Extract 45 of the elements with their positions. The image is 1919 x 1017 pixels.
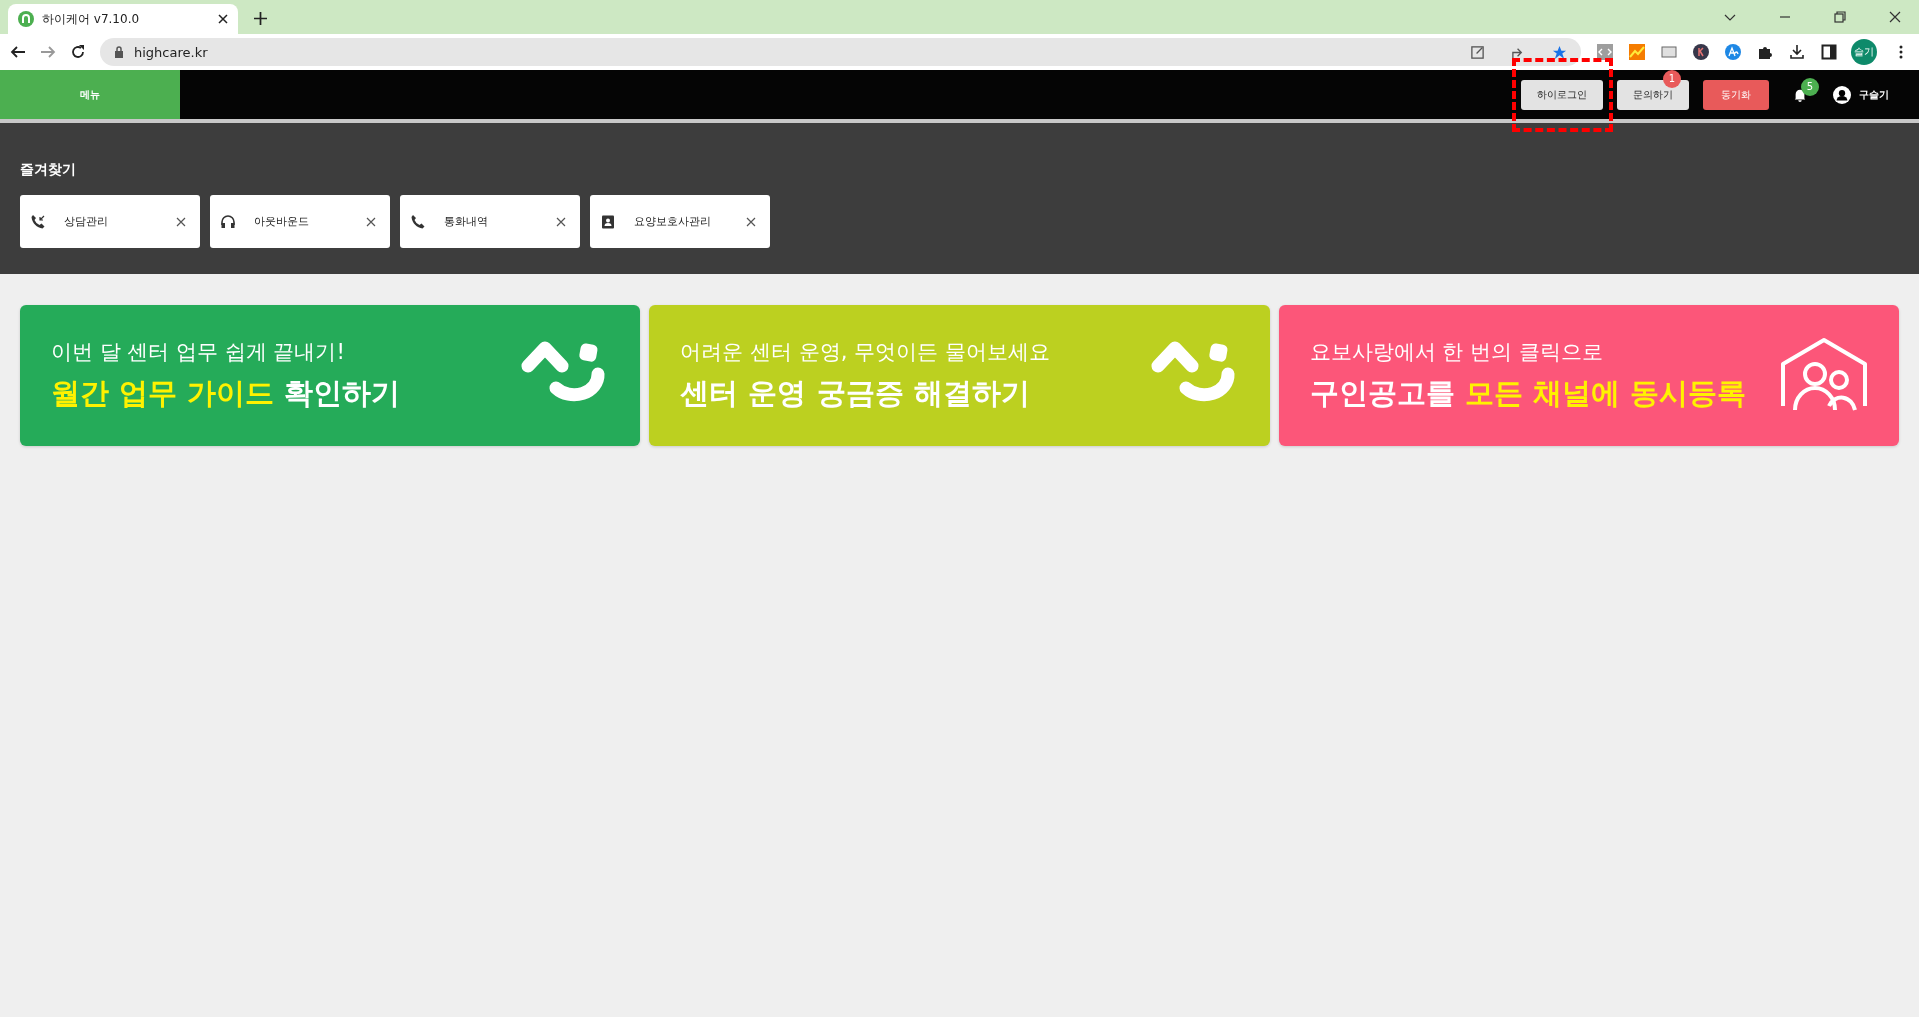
banner-subtitle: 어려운 센터 운영, 무엇이든 물어보세요	[680, 338, 1051, 366]
address-bar[interactable]: highcare.kr	[100, 38, 1581, 66]
id-badge-icon	[600, 213, 616, 230]
banner-subtitle: 이번 달 센터 업무 쉽게 끝내기!	[51, 338, 346, 366]
letter-k-extension-icon[interactable]	[1693, 44, 1709, 60]
restore-icon[interactable]	[1834, 11, 1846, 23]
back-arrow-icon[interactable]	[10, 44, 26, 60]
side-panel-icon[interactable]	[1821, 44, 1837, 60]
reload-icon[interactable]	[70, 44, 86, 60]
favorite-chip[interactable]: 통화내역	[400, 195, 580, 248]
favorite-chip[interactable]: 상담관리	[20, 195, 200, 248]
tab-title: 하이케어 v7.10.0	[42, 10, 141, 28]
lock-icon	[114, 46, 124, 58]
favorite-chip[interactable]: 아웃바운드	[210, 195, 390, 248]
close-icon[interactable]	[176, 216, 186, 227]
open-external-icon[interactable]	[1470, 44, 1485, 60]
banner-subtitle: 요보사랑에서 한 번의 클릭으로	[1309, 338, 1604, 366]
phone-icon	[410, 213, 426, 230]
close-icon[interactable]	[746, 216, 756, 227]
close-icon[interactable]	[556, 216, 566, 227]
site-logo-icon	[18, 11, 34, 27]
user-name[interactable]: 구슬기	[1859, 87, 1889, 102]
browser-tab[interactable]: 하이케어 v7.10.0	[8, 4, 238, 34]
forward-arrow-icon[interactable]	[40, 44, 56, 60]
close-icon[interactable]	[1889, 11, 1901, 23]
header-button[interactable]: 하이로그인	[1521, 79, 1603, 110]
headset-icon	[220, 213, 236, 230]
translate-extension-icon[interactable]	[1725, 44, 1741, 60]
close-icon[interactable]	[366, 216, 376, 227]
favorite-chip[interactable]: 요양보호사관리	[590, 195, 770, 248]
banner-title: 월간 업무 가이드 확인하기	[51, 374, 402, 412]
phone-arrow-icon	[30, 213, 46, 230]
banner-title: 센터 운영 궁금증 해결하기	[680, 374, 1031, 412]
puzzle-icon[interactable]	[1757, 44, 1773, 60]
download-icon[interactable]	[1789, 44, 1805, 60]
close-icon[interactable]	[218, 14, 228, 24]
section-title: 즐겨찾기	[20, 161, 77, 179]
code-extension-icon[interactable]	[1597, 44, 1613, 60]
star-icon[interactable]	[1552, 44, 1567, 60]
url-text: highcare.kr	[134, 44, 208, 60]
user-avatar-icon	[1833, 85, 1851, 104]
profile-avatar[interactable]: 슬기	[1851, 39, 1877, 65]
new-tab-icon[interactable]	[254, 12, 267, 25]
banner-title: 구인공고를 모든 채널에 동시등록	[1309, 374, 1747, 412]
count-badge: 5	[1801, 77, 1819, 96]
